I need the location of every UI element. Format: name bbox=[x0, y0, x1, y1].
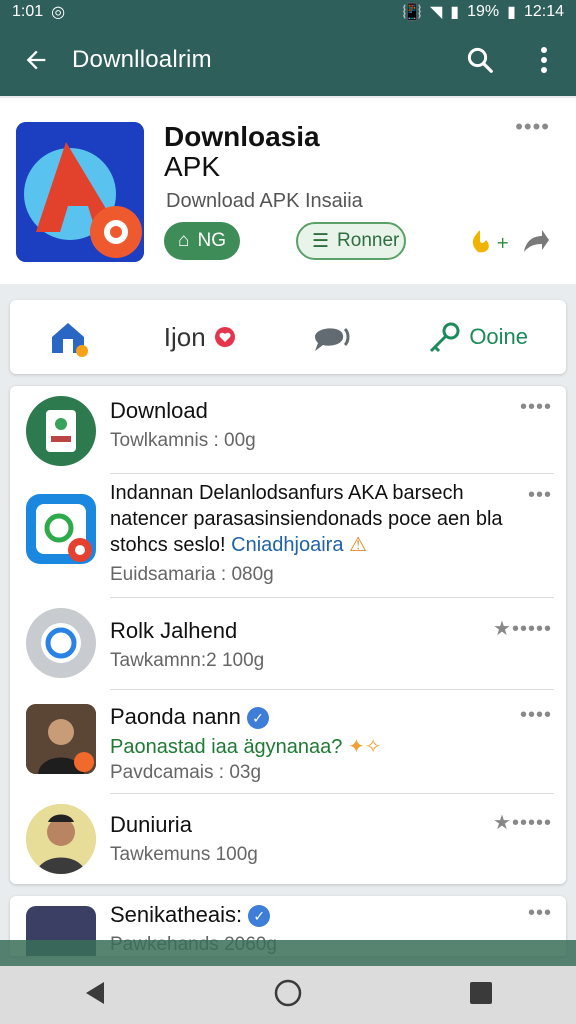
wifi-icon: ◥ bbox=[429, 4, 443, 21]
action-row: Ijon Ooine bbox=[10, 300, 566, 374]
nav-back-button[interactable] bbox=[82, 980, 108, 1011]
item-more-icon[interactable]: •••• bbox=[520, 704, 552, 727]
battery-percent: 19% bbox=[467, 3, 500, 20]
list-item[interactable]: Paonda nann ✓ Paonastad iaa ägynanaa? ✦✧… bbox=[10, 690, 566, 794]
star-rating-icon: ★••••• bbox=[493, 618, 552, 640]
header-more-icon[interactable]: •••• bbox=[515, 114, 550, 140]
installed-chip[interactable]: ⌂ NG bbox=[164, 222, 240, 260]
app-header-card: Downloasia APK Download APK Insaiia ••••… bbox=[0, 98, 576, 284]
status-time-left: 1:01 bbox=[12, 3, 44, 20]
more-button[interactable] bbox=[512, 46, 576, 74]
fav-button[interactable]: + bbox=[468, 228, 509, 261]
key-icon bbox=[430, 322, 460, 353]
battery-icon: ▮ bbox=[507, 4, 516, 21]
app-title: Downlloalrim bbox=[72, 46, 212, 73]
item-link[interactable]: Cniadhjoaira bbox=[231, 534, 343, 556]
item-more-icon[interactable]: ••• bbox=[528, 902, 552, 925]
item-title: Download bbox=[110, 398, 208, 423]
verified-icon: ✓ bbox=[248, 905, 271, 928]
flame-icon: + bbox=[472, 230, 509, 253]
item-description: Indannan Delanlodsanfurs AKA barsech nat… bbox=[110, 482, 503, 556]
signal-icon: ▮ bbox=[450, 4, 460, 21]
nav-home-icon bbox=[274, 979, 302, 1006]
nav-back-icon bbox=[86, 981, 105, 1004]
back-icon bbox=[26, 50, 46, 70]
app-logo bbox=[16, 122, 144, 262]
svg-text:+: + bbox=[496, 233, 508, 252]
list-item[interactable]: Duniuria Tawkemuns 100g ★••••• bbox=[10, 794, 566, 884]
verified-icon: ✓ bbox=[247, 707, 270, 730]
heart-badge-icon bbox=[214, 327, 235, 347]
list-icon: ☰ bbox=[312, 230, 330, 252]
user-avatar bbox=[26, 704, 96, 774]
app-subtitle: Download APK Insaiia bbox=[166, 190, 363, 212]
item-title: Senikatheais: ✓ bbox=[110, 902, 271, 928]
search-icon bbox=[467, 47, 493, 73]
nav-home-button[interactable] bbox=[273, 978, 303, 1013]
action-home[interactable] bbox=[48, 317, 88, 357]
item-title: Paonda nann ✓ bbox=[110, 704, 270, 730]
back-button[interactable] bbox=[0, 46, 72, 74]
item-title: Rolk Jalhend bbox=[110, 618, 238, 643]
action-chat[interactable] bbox=[311, 321, 351, 353]
system-nav-bar bbox=[0, 966, 576, 1024]
share-button[interactable] bbox=[520, 228, 550, 261]
maps-app-avatar bbox=[26, 494, 96, 564]
share-icon bbox=[524, 230, 549, 252]
home-icon: ⌂ bbox=[178, 230, 190, 251]
item-meta: Tawkamnn:2 100g bbox=[110, 650, 265, 671]
list-item[interactable]: Indannan Delanlodsanfurs AKA barsech nat… bbox=[10, 474, 566, 598]
house-icon bbox=[51, 323, 88, 357]
app-bar: Downlloalrim bbox=[0, 24, 576, 96]
item-title: Duniuria bbox=[110, 812, 192, 837]
warning-icon: ⚠ bbox=[349, 534, 367, 556]
bottom-overlay bbox=[0, 940, 576, 966]
item-more-icon[interactable]: •••• bbox=[520, 396, 552, 419]
item-description: Paonastad iaa ägynanaa? ✦✧ bbox=[110, 736, 382, 758]
nav-recents-icon bbox=[469, 981, 492, 1004]
vibrate-icon: 📳 bbox=[402, 4, 422, 21]
download-app-avatar bbox=[26, 396, 96, 466]
chat-app-avatar bbox=[26, 608, 96, 678]
status-bar: 1:01 ◎ 📳 ◥ ▮ 19% ▮ 12:14 bbox=[0, 0, 576, 24]
star-burst-icon: ✦✧ bbox=[347, 736, 382, 758]
item-meta: Towlkamnis : 00g bbox=[110, 430, 256, 451]
more-vert-icon bbox=[541, 47, 547, 73]
status-time-right: 12:14 bbox=[523, 3, 564, 20]
rooner-chip[interactable]: ☰ Ronner bbox=[296, 222, 406, 260]
nav-recents-button[interactable] bbox=[468, 980, 494, 1011]
star-rating-icon: ★••••• bbox=[493, 812, 552, 834]
item-meta: Euidsamaria : 080g bbox=[110, 564, 274, 585]
list-item[interactable]: Rolk Jalhend Tawkamnn:2 100g ★••••• bbox=[10, 598, 566, 690]
item-meta: Pavdcamais : 03g bbox=[110, 762, 262, 783]
action-online[interactable]: Ooine bbox=[427, 321, 528, 353]
action-join[interactable]: Ijon bbox=[164, 322, 236, 353]
record-icon: ◎ bbox=[51, 4, 66, 21]
item-more-icon[interactable]: ••• bbox=[528, 484, 552, 507]
feed-list: Download Towlkamnis : 00g •••• Indannan … bbox=[10, 386, 566, 884]
user-avatar bbox=[26, 804, 96, 874]
search-button[interactable] bbox=[448, 45, 512, 75]
app-name: Downloasia APK bbox=[164, 121, 320, 182]
chat-bubble-icon bbox=[315, 327, 350, 351]
item-meta: Tawkemuns 100g bbox=[110, 844, 258, 865]
list-item[interactable]: Download Towlkamnis : 00g •••• bbox=[10, 386, 566, 474]
